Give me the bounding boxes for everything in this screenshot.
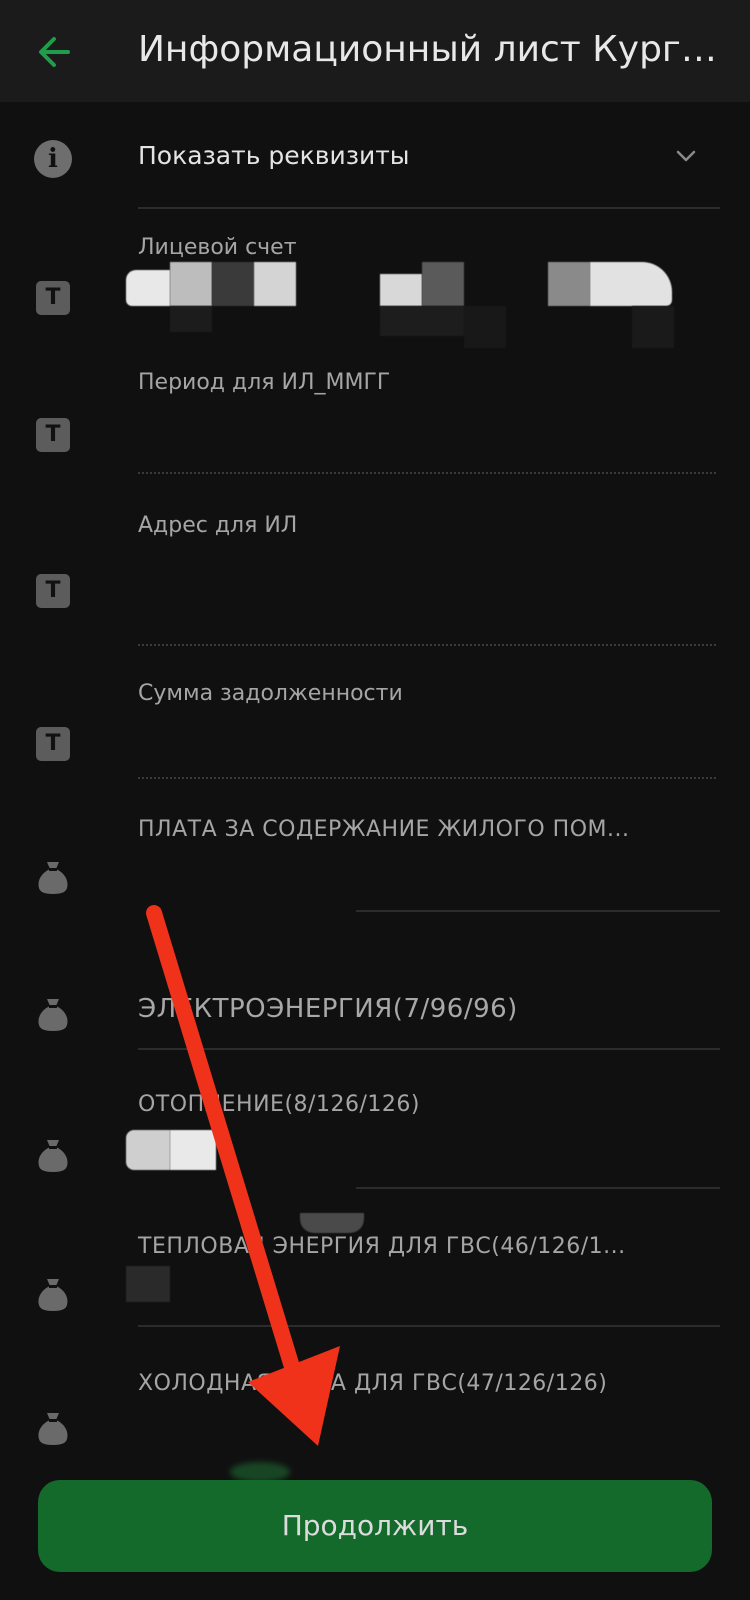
text-field-icon: T bbox=[36, 574, 70, 608]
redaction-block bbox=[464, 306, 506, 348]
page-title: Информационный лист Курга... bbox=[138, 29, 728, 70]
redaction-block bbox=[212, 262, 254, 306]
money-bag-icon bbox=[38, 1140, 68, 1172]
money-bag-icon bbox=[38, 1413, 68, 1445]
chevron-down-icon[interactable] bbox=[674, 144, 698, 168]
text-field-icon: T bbox=[36, 727, 70, 761]
redaction-block bbox=[126, 1266, 170, 1302]
redaction-block bbox=[380, 306, 464, 336]
service-label-electricity: ЭЛЕКТРОЭНЕРГИЯ(7/96/96) bbox=[138, 994, 518, 1024]
divider bbox=[356, 1187, 720, 1189]
redaction-block bbox=[548, 262, 590, 306]
debt-input-underline[interactable] bbox=[138, 777, 716, 779]
annotation-arrow bbox=[146, 905, 340, 1446]
back-button[interactable] bbox=[26, 22, 86, 82]
field-label-address: Адрес для ИЛ bbox=[138, 513, 298, 538]
service-label-maintenance: ПЛАТА ЗА СОДЕРЖАНИЕ ЖИЛОГО ПОМ... bbox=[138, 817, 630, 842]
service-label-heat-energy: ТЕПЛОВАЯ ЭНЕРГИЯ ДЛЯ ГВС(46/126/1... bbox=[138, 1234, 626, 1259]
address-input-underline[interactable] bbox=[138, 644, 716, 646]
scroll-glow bbox=[230, 1462, 290, 1482]
top-app-bar: Информационный лист Курга... bbox=[0, 0, 750, 102]
redaction-block bbox=[170, 1130, 216, 1170]
period-input-underline[interactable] bbox=[138, 472, 716, 474]
account-number-field[interactable] bbox=[126, 262, 686, 354]
redaction-block bbox=[632, 306, 674, 348]
divider bbox=[356, 910, 720, 912]
redaction-block bbox=[170, 262, 212, 306]
arrow-left-icon bbox=[39, 37, 70, 67]
service-label-cold-water: ХОЛОДНАЯ ВОДА ДЛЯ ГВС(47/126/126) bbox=[138, 1371, 608, 1396]
redaction-block bbox=[170, 306, 212, 332]
divider bbox=[138, 1325, 720, 1327]
show-requisites-toggle[interactable]: Показать реквизиты bbox=[138, 139, 410, 173]
redaction-block bbox=[590, 262, 672, 306]
text-field-icon: T bbox=[36, 281, 70, 315]
text-field-icon: T bbox=[36, 418, 70, 452]
redaction-block bbox=[422, 262, 464, 306]
field-label-debt: Сумма задолженности bbox=[138, 681, 403, 706]
info-icon: i bbox=[34, 140, 72, 178]
divider bbox=[138, 1048, 720, 1050]
redaction-block bbox=[300, 1213, 364, 1233]
field-label-account: Лицевой счет bbox=[138, 235, 297, 260]
field-label-period: Период для ИЛ_ММГГ bbox=[138, 370, 391, 395]
divider bbox=[138, 207, 720, 209]
continue-button[interactable]: Продолжить bbox=[38, 1480, 712, 1572]
money-bag-icon bbox=[38, 1279, 68, 1311]
redaction-block bbox=[254, 262, 296, 306]
money-bag-icon bbox=[38, 999, 68, 1031]
redaction-block bbox=[380, 274, 422, 306]
money-bag-icon bbox=[38, 862, 68, 894]
redaction-block bbox=[126, 1130, 170, 1170]
service-label-heating: ОТОПЛЕНИЕ(8/126/126) bbox=[138, 1092, 420, 1117]
redaction-block bbox=[126, 270, 170, 306]
